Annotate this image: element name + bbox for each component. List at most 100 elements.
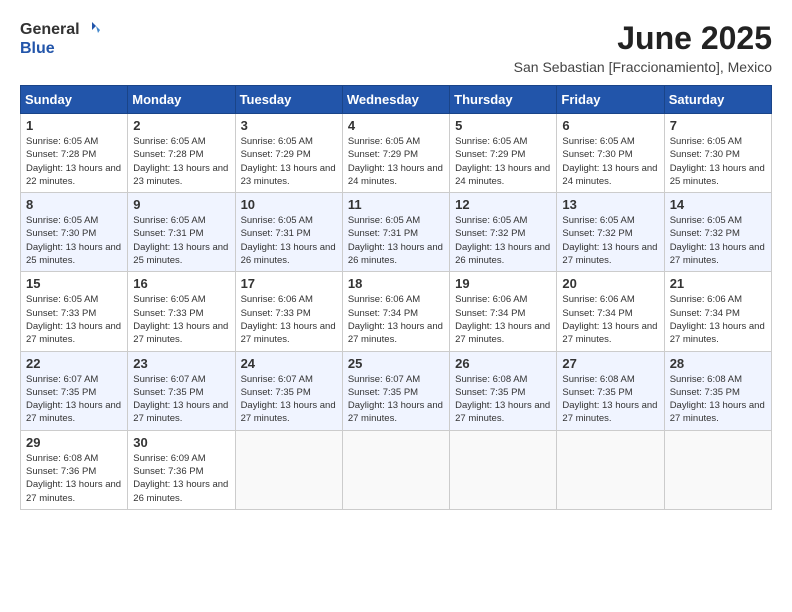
day-info: Sunrise: 6:07 AM Sunset: 7:35 PM Dayligh… [241, 373, 337, 426]
day-info: Sunrise: 6:08 AM Sunset: 7:35 PM Dayligh… [670, 373, 766, 426]
table-row: 22 Sunrise: 6:07 AM Sunset: 7:35 PM Dayl… [21, 351, 128, 430]
calendar-body: 1 Sunrise: 6:05 AM Sunset: 7:28 PM Dayli… [21, 114, 772, 510]
calendar-subtitle: San Sebastian [Fraccionamiento], Mexico [514, 59, 772, 75]
day-number: 20 [562, 276, 658, 291]
day-number: 16 [133, 276, 229, 291]
day-number: 25 [348, 356, 444, 371]
table-row: 19 Sunrise: 6:06 AM Sunset: 7:34 PM Dayl… [450, 272, 557, 351]
day-number: 1 [26, 118, 122, 133]
day-info: Sunrise: 6:07 AM Sunset: 7:35 PM Dayligh… [133, 373, 229, 426]
day-number: 13 [562, 197, 658, 212]
table-row: 13 Sunrise: 6:05 AM Sunset: 7:32 PM Dayl… [557, 193, 664, 272]
table-row: 21 Sunrise: 6:06 AM Sunset: 7:34 PM Dayl… [664, 272, 771, 351]
table-row: 6 Sunrise: 6:05 AM Sunset: 7:30 PM Dayli… [557, 114, 664, 193]
col-tuesday: Tuesday [235, 86, 342, 114]
calendar-header: Sunday Monday Tuesday Wednesday Thursday… [21, 86, 772, 114]
day-info: Sunrise: 6:05 AM Sunset: 7:31 PM Dayligh… [133, 214, 229, 267]
table-row: 8 Sunrise: 6:05 AM Sunset: 7:30 PM Dayli… [21, 193, 128, 272]
day-info: Sunrise: 6:05 AM Sunset: 7:30 PM Dayligh… [562, 135, 658, 188]
day-number: 18 [348, 276, 444, 291]
day-number: 7 [670, 118, 766, 133]
table-row: 18 Sunrise: 6:06 AM Sunset: 7:34 PM Dayl… [342, 272, 449, 351]
calendar-table: Sunday Monday Tuesday Wednesday Thursday… [20, 85, 772, 510]
day-info: Sunrise: 6:06 AM Sunset: 7:34 PM Dayligh… [455, 293, 551, 346]
table-row: 4 Sunrise: 6:05 AM Sunset: 7:29 PM Dayli… [342, 114, 449, 193]
table-row [664, 430, 771, 509]
day-number: 22 [26, 356, 122, 371]
table-row: 3 Sunrise: 6:05 AM Sunset: 7:29 PM Dayli… [235, 114, 342, 193]
col-sunday: Sunday [21, 86, 128, 114]
day-number: 30 [133, 435, 229, 450]
header: General Blue June 2025 San Sebastian [Fr… [20, 20, 772, 75]
calendar-week-row: 15 Sunrise: 6:05 AM Sunset: 7:33 PM Dayl… [21, 272, 772, 351]
day-number: 28 [670, 356, 766, 371]
calendar-week-row: 29 Sunrise: 6:08 AM Sunset: 7:36 PM Dayl… [21, 430, 772, 509]
day-number: 9 [133, 197, 229, 212]
table-row: 14 Sunrise: 6:05 AM Sunset: 7:32 PM Dayl… [664, 193, 771, 272]
day-info: Sunrise: 6:07 AM Sunset: 7:35 PM Dayligh… [26, 373, 122, 426]
day-info: Sunrise: 6:05 AM Sunset: 7:29 PM Dayligh… [241, 135, 337, 188]
page-container: General Blue June 2025 San Sebastian [Fr… [20, 20, 772, 510]
day-info: Sunrise: 6:05 AM Sunset: 7:29 PM Dayligh… [348, 135, 444, 188]
day-number: 29 [26, 435, 122, 450]
table-row: 23 Sunrise: 6:07 AM Sunset: 7:35 PM Dayl… [128, 351, 235, 430]
table-row: 10 Sunrise: 6:05 AM Sunset: 7:31 PM Dayl… [235, 193, 342, 272]
day-number: 27 [562, 356, 658, 371]
day-number: 26 [455, 356, 551, 371]
table-row: 9 Sunrise: 6:05 AM Sunset: 7:31 PM Dayli… [128, 193, 235, 272]
day-number: 12 [455, 197, 551, 212]
day-number: 2 [133, 118, 229, 133]
day-info: Sunrise: 6:08 AM Sunset: 7:35 PM Dayligh… [455, 373, 551, 426]
col-saturday: Saturday [664, 86, 771, 114]
table-row [450, 430, 557, 509]
calendar-week-row: 8 Sunrise: 6:05 AM Sunset: 7:30 PM Dayli… [21, 193, 772, 272]
table-row: 20 Sunrise: 6:06 AM Sunset: 7:34 PM Dayl… [557, 272, 664, 351]
calendar-week-row: 22 Sunrise: 6:07 AM Sunset: 7:35 PM Dayl… [21, 351, 772, 430]
day-info: Sunrise: 6:07 AM Sunset: 7:35 PM Dayligh… [348, 373, 444, 426]
day-number: 3 [241, 118, 337, 133]
day-info: Sunrise: 6:05 AM Sunset: 7:28 PM Dayligh… [26, 135, 122, 188]
day-number: 19 [455, 276, 551, 291]
table-row: 29 Sunrise: 6:08 AM Sunset: 7:36 PM Dayl… [21, 430, 128, 509]
table-row: 30 Sunrise: 6:09 AM Sunset: 7:36 PM Dayl… [128, 430, 235, 509]
table-row: 11 Sunrise: 6:05 AM Sunset: 7:31 PM Dayl… [342, 193, 449, 272]
day-info: Sunrise: 6:08 AM Sunset: 7:36 PM Dayligh… [26, 452, 122, 505]
day-number: 15 [26, 276, 122, 291]
day-info: Sunrise: 6:05 AM Sunset: 7:31 PM Dayligh… [241, 214, 337, 267]
day-number: 14 [670, 197, 766, 212]
logo: General Blue [20, 20, 102, 58]
table-row: 7 Sunrise: 6:05 AM Sunset: 7:30 PM Dayli… [664, 114, 771, 193]
table-row: 24 Sunrise: 6:07 AM Sunset: 7:35 PM Dayl… [235, 351, 342, 430]
day-info: Sunrise: 6:05 AM Sunset: 7:32 PM Dayligh… [455, 214, 551, 267]
table-row: 5 Sunrise: 6:05 AM Sunset: 7:29 PM Dayli… [450, 114, 557, 193]
day-info: Sunrise: 6:05 AM Sunset: 7:33 PM Dayligh… [133, 293, 229, 346]
day-info: Sunrise: 6:05 AM Sunset: 7:28 PM Dayligh… [133, 135, 229, 188]
day-info: Sunrise: 6:06 AM Sunset: 7:33 PM Dayligh… [241, 293, 337, 346]
day-number: 4 [348, 118, 444, 133]
day-number: 21 [670, 276, 766, 291]
table-row: 1 Sunrise: 6:05 AM Sunset: 7:28 PM Dayli… [21, 114, 128, 193]
day-info: Sunrise: 6:05 AM Sunset: 7:31 PM Dayligh… [348, 214, 444, 267]
table-row: 25 Sunrise: 6:07 AM Sunset: 7:35 PM Dayl… [342, 351, 449, 430]
title-section: June 2025 San Sebastian [Fraccionamiento… [514, 20, 772, 75]
table-row [235, 430, 342, 509]
day-number: 10 [241, 197, 337, 212]
table-row: 26 Sunrise: 6:08 AM Sunset: 7:35 PM Dayl… [450, 351, 557, 430]
day-number: 11 [348, 197, 444, 212]
day-info: Sunrise: 6:05 AM Sunset: 7:30 PM Dayligh… [670, 135, 766, 188]
day-info: Sunrise: 6:06 AM Sunset: 7:34 PM Dayligh… [670, 293, 766, 346]
table-row: 17 Sunrise: 6:06 AM Sunset: 7:33 PM Dayl… [235, 272, 342, 351]
day-info: Sunrise: 6:09 AM Sunset: 7:36 PM Dayligh… [133, 452, 229, 505]
table-row: 15 Sunrise: 6:05 AM Sunset: 7:33 PM Dayl… [21, 272, 128, 351]
day-info: Sunrise: 6:06 AM Sunset: 7:34 PM Dayligh… [562, 293, 658, 346]
day-info: Sunrise: 6:05 AM Sunset: 7:32 PM Dayligh… [670, 214, 766, 267]
table-row [557, 430, 664, 509]
day-number: 5 [455, 118, 551, 133]
day-info: Sunrise: 6:06 AM Sunset: 7:34 PM Dayligh… [348, 293, 444, 346]
table-row: 27 Sunrise: 6:08 AM Sunset: 7:35 PM Dayl… [557, 351, 664, 430]
day-number: 8 [26, 197, 122, 212]
calendar-week-row: 1 Sunrise: 6:05 AM Sunset: 7:28 PM Dayli… [21, 114, 772, 193]
day-number: 24 [241, 356, 337, 371]
day-info: Sunrise: 6:05 AM Sunset: 7:33 PM Dayligh… [26, 293, 122, 346]
col-thursday: Thursday [450, 86, 557, 114]
